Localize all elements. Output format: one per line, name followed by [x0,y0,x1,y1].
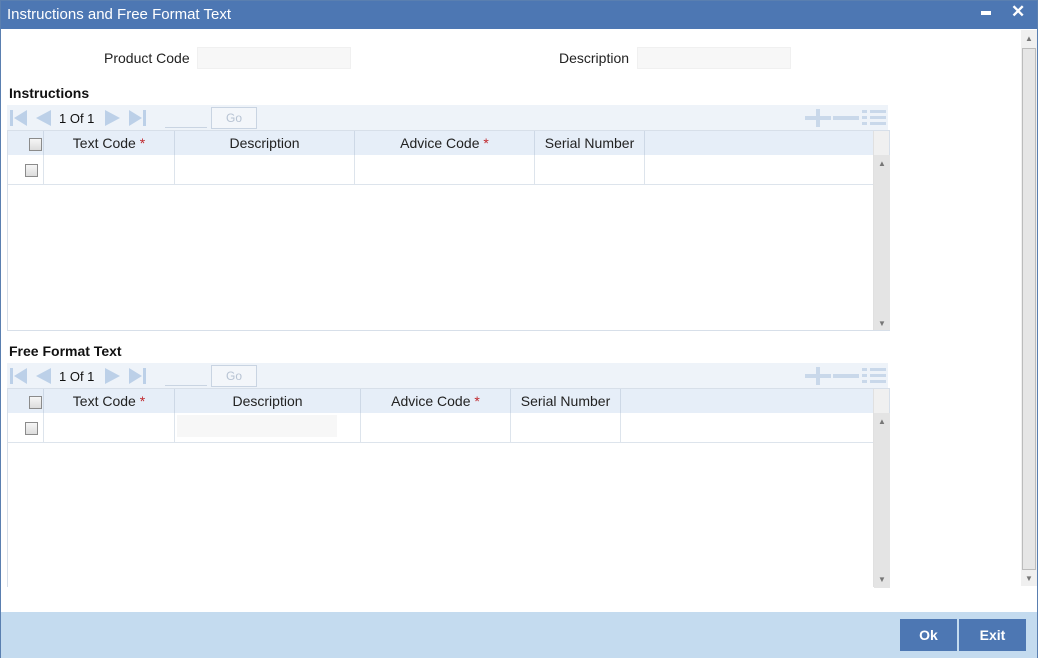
text-code-cell[interactable] [44,155,175,184]
single-view-icon[interactable] [862,109,886,127]
row-checkbox[interactable] [25,422,38,435]
required-marker: * [474,393,480,409]
column-header-advice-code: Advice Code * [355,131,535,155]
ok-button[interactable]: Ok [900,619,957,651]
first-page-icon[interactable] [9,367,29,385]
serial-number-cell[interactable] [511,413,621,442]
column-header-advice-code: Advice Code * [361,389,511,413]
scroll-up-icon[interactable]: ▲ [1025,34,1033,43]
description-field[interactable] [637,47,791,69]
add-row-icon[interactable] [805,367,831,385]
select-all-checkbox[interactable] [29,138,42,151]
column-header-serial-number: Serial Number [535,131,645,155]
description-cell[interactable] [175,155,355,184]
footer-bar: Ok Exit [1,612,1037,658]
serial-number-cell[interactable] [535,155,645,184]
advice-code-cell[interactable] [361,413,511,442]
delete-row-icon[interactable] [833,109,859,127]
column-header-description: Description [175,131,355,155]
instructions-page-info: 1 Of 1 [59,111,95,126]
required-marker: * [139,393,146,409]
select-all-checkbox[interactable] [29,396,42,409]
row-select-cell [8,155,44,184]
free-format-go-button[interactable]: Go [211,365,257,387]
free-format-page-info: 1 Of 1 [59,369,95,384]
row-select-cell [8,413,44,442]
column-header-text-code: Text Code * [44,389,175,413]
instructions-grid-scrollbar[interactable]: ▲ ▼ [873,131,890,330]
free-format-grid-header: Text Code * Description Advice Code * Se… [8,389,873,413]
instructions-grid-header: Text Code * Description Advice Code * Se… [8,131,873,155]
free-format-grid-scrollbar[interactable]: ▲ ▼ [873,389,890,588]
column-header-description: Description [175,389,361,413]
product-code-field[interactable] [197,47,351,69]
text-code-header-label: Text Code [72,393,136,409]
scroll-up-icon[interactable]: ▲ [878,417,886,426]
table-row [8,155,873,185]
title-bar: Instructions and Free Format Text ✕ [1,1,1037,29]
select-all-cell [8,389,44,413]
delete-row-icon[interactable] [833,367,859,385]
description-label: Description [559,50,630,66]
prev-page-icon[interactable] [33,367,53,385]
main-scrollbar[interactable]: ▲ ▼ [1021,30,1037,586]
text-code-cell[interactable] [44,413,175,442]
row-checkbox[interactable] [25,164,38,177]
next-page-icon[interactable] [103,367,123,385]
advice-code-header-label: Advice Code [400,135,480,151]
scroll-down-icon[interactable]: ▼ [878,319,886,328]
single-view-icon[interactable] [862,367,886,385]
serial-number-header-label: Serial Number [520,393,611,409]
next-page-icon[interactable] [103,109,123,127]
description-header-label: Description [229,135,300,151]
advice-code-header-label: Advice Code [391,393,471,409]
select-all-cell [8,131,44,155]
serial-number-header-label: Serial Number [544,135,635,151]
instructions-go-button[interactable]: Go [211,107,257,129]
exit-button[interactable]: Exit [959,619,1026,651]
free-format-grid: Text Code * Description Advice Code * Se… [7,388,890,588]
required-marker: * [139,135,146,151]
free-format-section-title: Free Format Text [9,343,122,359]
text-code-header-label: Text Code [72,135,136,151]
first-page-icon[interactable] [9,109,29,127]
instructions-toolbar: 1 Of 1 Go [7,105,888,131]
add-row-icon[interactable] [805,109,831,127]
scroll-down-icon[interactable]: ▼ [1025,574,1033,583]
column-header-serial-number: Serial Number [511,389,621,413]
instructions-grid: Text Code * Description Advice Code * Se… [7,130,890,331]
dialog-window: Instructions and Free Format Text ✕ Prod… [0,0,1038,658]
prev-page-icon[interactable] [33,109,53,127]
product-code-label: Product Code [104,50,190,66]
description-cell[interactable] [175,413,361,442]
required-marker: * [483,135,489,151]
window-title: Instructions and Free Format Text [7,6,231,23]
last-page-icon[interactable] [127,367,147,385]
last-page-icon[interactable] [127,109,147,127]
table-row [8,413,873,443]
scrollbar-thumb[interactable] [1022,48,1036,570]
column-header-text-code: Text Code * [44,131,175,155]
scroll-down-icon[interactable]: ▼ [878,575,886,584]
close-icon[interactable]: ✕ [1011,2,1025,22]
description-input[interactable] [177,415,337,437]
scroll-up-icon[interactable]: ▲ [878,159,886,168]
minimize-icon[interactable] [981,11,991,15]
free-format-toolbar: 1 Of 1 Go [7,363,888,389]
advice-code-cell[interactable] [355,155,535,184]
description-header-label: Description [232,393,303,409]
instructions-section-title: Instructions [9,85,90,101]
free-format-page-input[interactable] [165,366,207,386]
instructions-page-input[interactable] [165,108,207,128]
